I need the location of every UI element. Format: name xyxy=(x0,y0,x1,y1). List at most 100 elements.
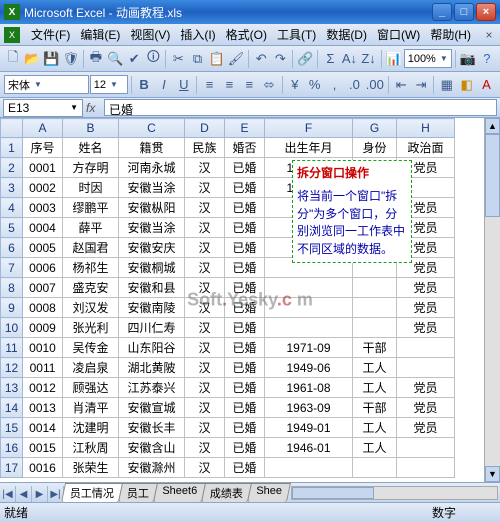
cut-icon[interactable]: ✂ xyxy=(169,49,187,69)
italic-icon[interactable]: I xyxy=(155,75,174,95)
col-header-E[interactable]: E xyxy=(225,119,265,138)
cell[interactable]: 党员 xyxy=(397,298,455,318)
tab-next-icon[interactable]: ▶ xyxy=(32,486,48,502)
row-header-17[interactable]: 17 xyxy=(1,458,23,478)
camera-icon[interactable]: 📷 xyxy=(459,49,477,69)
sort-asc-icon[interactable]: A↓ xyxy=(340,49,358,69)
cell[interactable]: 0001 xyxy=(23,158,63,178)
cell[interactable]: 已婚 xyxy=(225,238,265,258)
cell[interactable]: 汉 xyxy=(185,218,225,238)
cell[interactable]: 安徽宣城 xyxy=(119,398,185,418)
print-icon[interactable]: 🖶 xyxy=(87,49,105,69)
cell[interactable]: 顾强达 xyxy=(63,378,119,398)
chart-icon[interactable]: 📊 xyxy=(385,49,403,69)
sum-icon[interactable]: Σ xyxy=(321,49,339,69)
cell[interactable]: 江秋周 xyxy=(63,438,119,458)
font-combo[interactable]: 宋体▼ xyxy=(4,75,89,94)
cell[interactable]: 已婚 xyxy=(225,218,265,238)
cell[interactable]: 安徽滁州 xyxy=(119,458,185,478)
cell[interactable]: 工人 xyxy=(353,378,397,398)
row-header-5[interactable]: 5 xyxy=(1,218,23,238)
cell[interactable]: 凌启泉 xyxy=(63,358,119,378)
cell[interactable]: 已婚 xyxy=(225,398,265,418)
cell[interactable] xyxy=(265,458,353,478)
cell[interactable]: 党员 xyxy=(397,398,455,418)
name-box[interactable]: E13▼ xyxy=(3,99,83,117)
cell[interactable]: 汉 xyxy=(185,178,225,198)
row-header-2[interactable]: 2 xyxy=(1,158,23,178)
cell[interactable] xyxy=(397,358,455,378)
cell[interactable]: 张荣生 xyxy=(63,458,119,478)
tab-prev-icon[interactable]: ◀ xyxy=(16,486,32,502)
cell[interactable]: 四川仁寿 xyxy=(119,318,185,338)
minimize-button[interactable]: _ xyxy=(432,3,452,21)
cell[interactable] xyxy=(265,298,353,318)
row-header-4[interactable]: 4 xyxy=(1,198,23,218)
font-color-icon[interactable]: A xyxy=(477,75,496,95)
currency-icon[interactable]: ¥ xyxy=(285,75,304,95)
col-header-F[interactable]: F xyxy=(265,119,353,138)
cell[interactable]: 汉 xyxy=(185,158,225,178)
cell[interactable]: 河南永城 xyxy=(119,158,185,178)
new-icon[interactable]: 🗋 xyxy=(4,49,22,69)
paste-icon[interactable]: 📋 xyxy=(208,49,226,69)
undo-icon[interactable]: ↶ xyxy=(252,49,270,69)
cell[interactable]: 1949-06 xyxy=(265,358,353,378)
cell[interactable] xyxy=(353,298,397,318)
fill-color-icon[interactable]: ◧ xyxy=(457,75,476,95)
cell[interactable]: 汉 xyxy=(185,438,225,458)
cell[interactable] xyxy=(353,458,397,478)
zoom-combo[interactable]: 100%▼ xyxy=(404,49,452,68)
cell[interactable]: 汉 xyxy=(185,458,225,478)
cell[interactable]: 杨祁生 xyxy=(63,258,119,278)
cell[interactable]: 江苏泰兴 xyxy=(119,378,185,398)
cell[interactable]: 工人 xyxy=(353,418,397,438)
row-header-11[interactable]: 11 xyxy=(1,338,23,358)
save-icon[interactable]: 💾 xyxy=(42,49,60,69)
cell[interactable]: 干部 xyxy=(353,398,397,418)
cell[interactable]: 盛克安 xyxy=(63,278,119,298)
merge-icon[interactable]: ⬄ xyxy=(260,75,279,95)
row-header-14[interactable]: 14 xyxy=(1,398,23,418)
cell[interactable]: 0008 xyxy=(23,298,63,318)
cell[interactable]: 已婚 xyxy=(225,378,265,398)
fx-label[interactable]: fx xyxy=(86,101,104,115)
sheet-tab[interactable]: 成绩表 xyxy=(201,483,252,502)
cell[interactable]: 0016 xyxy=(23,458,63,478)
cell[interactable]: 党员 xyxy=(397,378,455,398)
help-icon[interactable]: ? xyxy=(478,49,496,69)
size-combo[interactable]: 12▼ xyxy=(90,75,128,94)
cell[interactable]: 安徽和县 xyxy=(119,278,185,298)
menu-help[interactable]: 帮助(H) xyxy=(426,24,475,45)
col-header-B[interactable]: B xyxy=(63,119,119,138)
cell[interactable]: 1949-01 xyxy=(265,418,353,438)
menu-tools[interactable]: 工具(T) xyxy=(273,24,320,45)
dec-decimal-icon[interactable]: .00 xyxy=(365,75,385,95)
cell[interactable]: 汉 xyxy=(185,298,225,318)
cell[interactable]: 汉 xyxy=(185,358,225,378)
scroll-thumb[interactable] xyxy=(485,134,500,217)
row-header-8[interactable]: 8 xyxy=(1,278,23,298)
row-header-15[interactable]: 15 xyxy=(1,418,23,438)
row-header-3[interactable]: 3 xyxy=(1,178,23,198)
worksheet-grid[interactable]: ABCDEFGH1序号姓名籍贯民族婚否出生年月身份政治面20001方存明河南永城… xyxy=(0,118,500,482)
cell[interactable]: 安徽长丰 xyxy=(119,418,185,438)
cell[interactable]: 已婚 xyxy=(225,298,265,318)
cell[interactable]: 0005 xyxy=(23,238,63,258)
cell[interactable]: 党员 xyxy=(397,318,455,338)
header-cell[interactable]: 民族 xyxy=(185,138,225,158)
research-icon[interactable]: 🛈 xyxy=(144,49,162,69)
formula-input[interactable]: 已婚 xyxy=(104,99,497,116)
cell[interactable]: 已婚 xyxy=(225,178,265,198)
cell[interactable]: 安徽当涂 xyxy=(119,178,185,198)
sort-desc-icon[interactable]: Z↓ xyxy=(360,49,378,69)
cell[interactable]: 赵国君 xyxy=(63,238,119,258)
cell[interactable]: 已婚 xyxy=(225,338,265,358)
header-cell[interactable]: 出生年月 xyxy=(265,138,353,158)
cell[interactable]: 沈建明 xyxy=(63,418,119,438)
header-cell[interactable]: 政治面 xyxy=(397,138,455,158)
sheet-tab[interactable]: Shee xyxy=(247,483,291,502)
menu-insert[interactable]: 插入(I) xyxy=(176,24,219,45)
cell[interactable]: 0009 xyxy=(23,318,63,338)
cell[interactable]: 已婚 xyxy=(225,438,265,458)
